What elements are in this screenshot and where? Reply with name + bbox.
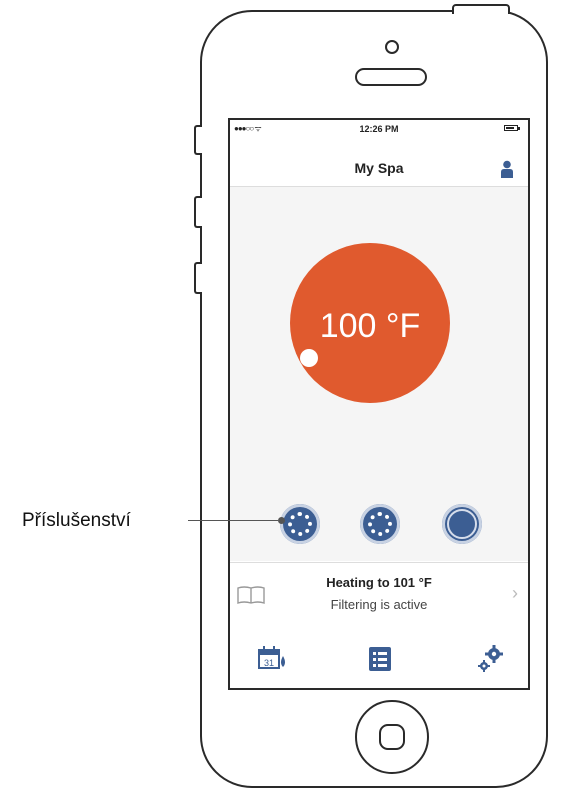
status-time: 12:26 PM: [359, 124, 399, 134]
light-icon: [447, 509, 477, 539]
nav-bar: My Spa: [230, 142, 528, 187]
front-camera: [385, 40, 399, 54]
heating-status: Heating to 101 °F: [326, 575, 432, 590]
jets-icon: [288, 512, 312, 536]
settings-gears-icon[interactable]: [474, 643, 506, 675]
status-bar: ●●●○○ ᯤ 12:26 PM: [230, 120, 528, 138]
tab-bar: 31: [230, 627, 528, 688]
callout-dot: [278, 517, 285, 524]
volume-up-button: [194, 196, 202, 228]
home-button-square: [379, 724, 405, 750]
jets-icon: [368, 512, 392, 536]
accessories-callout-label: Příslušenství: [22, 510, 131, 531]
page-title: My Spa: [354, 160, 404, 176]
app-screen: ●●●○○ ᯤ 12:26 PM My Spa 100 °F Heating t…: [228, 118, 530, 690]
accessory-jets-1-button[interactable]: [280, 504, 320, 544]
callout-line: [188, 520, 278, 521]
calendar-day: 31: [264, 658, 274, 668]
chevron-right-icon[interactable]: ›: [512, 583, 518, 604]
dial-handle[interactable]: [300, 349, 318, 367]
volume-down-button: [194, 262, 202, 294]
user-icon[interactable]: [500, 160, 514, 178]
list-icon[interactable]: [364, 643, 396, 675]
earpiece-speaker: [355, 68, 427, 86]
mute-switch: [194, 125, 202, 155]
accessory-light-button[interactable]: [442, 504, 482, 544]
status-row[interactable]: Heating to 101 °F Filtering is active ›: [230, 562, 528, 628]
battery-icon: [504, 125, 520, 131]
temperature-value: 100 °F: [319, 307, 421, 345]
power-button: [452, 4, 510, 14]
accessory-jets-2-button[interactable]: [360, 504, 400, 544]
calendar-icon[interactable]: 31: [256, 643, 288, 675]
home-button[interactable]: [355, 700, 429, 774]
filter-status: Filtering is active: [330, 597, 428, 612]
temperature-dial[interactable]: 100 °F: [290, 243, 450, 403]
